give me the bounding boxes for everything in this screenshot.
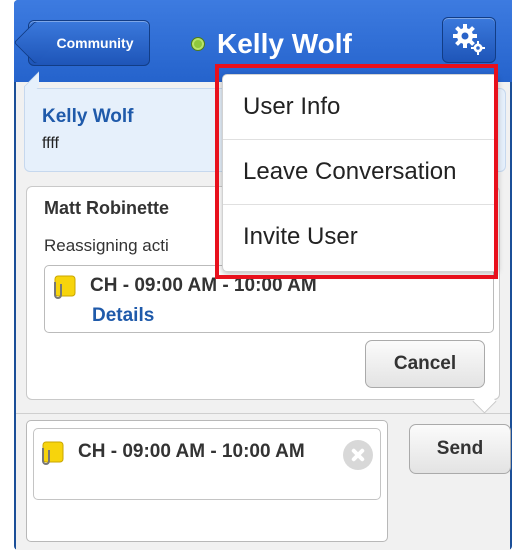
attachment-icon xyxy=(54,275,76,299)
self-name: Matt Robinette xyxy=(44,198,169,218)
settings-button[interactable] xyxy=(442,17,496,63)
attachment-icon xyxy=(42,441,64,465)
cancel-button[interactable]: Cancel xyxy=(365,340,485,388)
page-title: Kelly Wolf xyxy=(217,28,352,59)
presence-indicator-icon xyxy=(191,37,205,51)
menu-item-invite-user[interactable]: Invite User xyxy=(223,205,497,269)
peer-name: Kelly Wolf xyxy=(42,106,134,127)
menu-item-label: Invite User xyxy=(243,223,358,250)
gear-icon xyxy=(453,24,485,55)
back-button-label: Community xyxy=(56,35,134,51)
composer-attachment-text: CH - 09:00 AM - 10:00 AM xyxy=(78,441,305,462)
send-button[interactable]: Send xyxy=(409,424,511,474)
close-circle-icon[interactable] xyxy=(343,440,373,470)
community-back-button[interactable]: Community xyxy=(28,20,150,66)
composer-attachment-card xyxy=(33,428,381,500)
menu-item-user-info[interactable]: User Info xyxy=(223,75,497,139)
menu-item-label: Leave Conversation xyxy=(243,158,457,185)
peer-message-text: ffff xyxy=(42,135,59,152)
details-link[interactable]: Details xyxy=(92,305,154,327)
self-message-text: Reassigning acti xyxy=(44,236,169,255)
composer-divider xyxy=(16,413,510,414)
menu-item-label: User Info xyxy=(243,93,341,120)
attachment-title: CH - 09:00 AM - 10:00 AM xyxy=(90,275,317,296)
settings-menu: User Info Leave Conversation Invite User xyxy=(222,74,498,272)
menu-item-leave-conversation[interactable]: Leave Conversation xyxy=(223,140,497,204)
